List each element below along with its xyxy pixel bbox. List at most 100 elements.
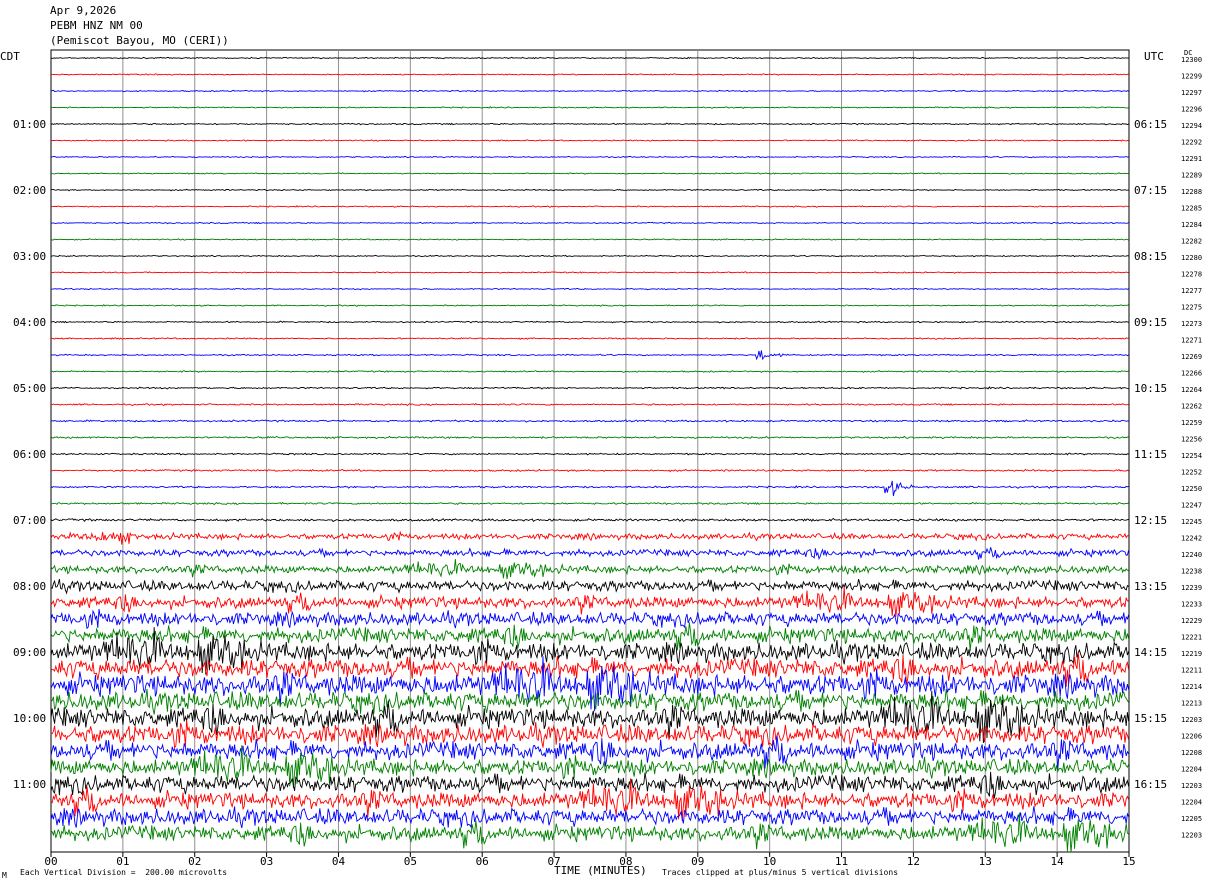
seismic-trace: [50, 530, 1129, 545]
left-time-label: 01:00: [13, 118, 46, 131]
seismic-trace: [50, 501, 1129, 506]
seismic-trace: [50, 155, 1129, 159]
dc-offset-label: 12206: [1181, 733, 1202, 741]
dc-offset-label: 12266: [1181, 370, 1202, 378]
seismic-trace: [50, 350, 1129, 361]
seismic-trace: [50, 172, 1129, 175]
dc-offset-label: 12256: [1181, 436, 1202, 444]
dc-offset-label: 12203: [1181, 782, 1202, 790]
dc-offset-label: 12239: [1181, 584, 1202, 592]
dc-offset-label: 12221: [1181, 634, 1202, 642]
x-tick-label: 09: [691, 855, 704, 868]
dc-offset-label: 12233: [1181, 601, 1202, 609]
x-tick-label: 03: [260, 855, 273, 868]
dc-offset-label: 12247: [1181, 502, 1202, 510]
dc-offset-label: 12250: [1181, 485, 1202, 493]
dc-offset-label: 12259: [1181, 419, 1202, 427]
dc-offset-label: 12204: [1181, 766, 1202, 774]
dc-offset-label: 12300: [1181, 56, 1202, 64]
seismic-trace: [50, 254, 1129, 258]
left-time-label: 09:00: [13, 646, 46, 659]
dc-offset-label: 12282: [1181, 238, 1202, 246]
dc-offset-label: 12297: [1181, 89, 1202, 97]
dc-offset-label: 12299: [1181, 73, 1202, 81]
dc-offset-label: 12262: [1181, 403, 1202, 411]
dc-offset-label: 12296: [1181, 106, 1202, 114]
seismic-trace: [50, 586, 1129, 617]
dc-offset-label: 12252: [1181, 469, 1202, 477]
dc-offset-label: 12229: [1181, 617, 1202, 625]
seismic-trace: [50, 370, 1129, 374]
dc-offset-label: 12204: [1181, 799, 1202, 807]
left-time-label: 06:00: [13, 448, 46, 461]
right-time-label: 13:15: [1134, 580, 1167, 593]
dc-offset-label: 12280: [1181, 254, 1202, 262]
helicorder-plot: 00 01 02 03 04 05 06 07 08 09 10 11 12 13 14 1501:0002:…: [13, 49, 1202, 868]
seismic-trace: [50, 122, 1129, 126]
right-time-label: 10:15: [1134, 382, 1167, 395]
dc-offset-label: 12211: [1181, 667, 1202, 675]
seismic-trace: [51, 287, 1129, 291]
seismic-trace: [50, 89, 1129, 93]
dc-offset-label: 12245: [1181, 518, 1202, 526]
x-tick-label: 05: [404, 855, 417, 868]
dc-offset-label: 12203: [1181, 716, 1202, 724]
seismic-trace: [50, 480, 1129, 497]
x-tick-label: 15: [1122, 855, 1135, 868]
x-tick-label: 11: [835, 855, 848, 868]
dc-offset-label: 12294: [1181, 122, 1202, 130]
corner-mark: M: [2, 871, 7, 880]
x-tick-label: 02: [188, 855, 201, 868]
left-time-label: 05:00: [13, 382, 46, 395]
left-time-label: 11:00: [13, 778, 46, 791]
dc-offset-label: 12214: [1181, 683, 1202, 691]
seismic-trace: [51, 402, 1129, 407]
seismic-trace: [50, 578, 1129, 595]
dc-offset-label: 12219: [1181, 650, 1202, 658]
x-tick-label: 04: [332, 855, 346, 868]
dc-offset-label: 12242: [1181, 535, 1202, 543]
x-tick-label: 12: [907, 855, 920, 868]
dc-offset-label: 12288: [1181, 188, 1202, 196]
seismic-trace: [50, 452, 1129, 456]
left-time-label: 04:00: [13, 316, 46, 329]
dc-offset-label: 12284: [1181, 221, 1202, 229]
seismic-trace: [50, 468, 1129, 473]
dc-offset-label: 12292: [1181, 139, 1202, 147]
seismic-trace: [50, 188, 1129, 192]
left-time-label: 07:00: [13, 514, 46, 527]
seismic-trace: [50, 435, 1129, 440]
dc-offset-label: 12240: [1181, 551, 1202, 559]
seismic-trace: [50, 608, 1130, 630]
seismic-trace: [50, 517, 1129, 523]
dc-offset-label: 12277: [1181, 287, 1202, 295]
x-tick-label: 06: [476, 855, 489, 868]
seismic-trace: [50, 304, 1129, 307]
left-time-label: 10:00: [13, 712, 46, 725]
seismic-trace: [50, 56, 1129, 60]
dc-offset-label: 12273: [1181, 320, 1202, 328]
right-time-label: 06:15: [1134, 118, 1167, 131]
seismic-trace: [50, 419, 1129, 423]
right-time-label: 11:15: [1134, 448, 1167, 461]
dc-offset-label: 12203: [1181, 832, 1202, 840]
x-tick-label: 00: [44, 855, 57, 868]
right-time-label: 12:15: [1134, 514, 1167, 527]
seismic-trace: [50, 238, 1129, 241]
scale-note: Each Vertical Division = 200.00 microvol…: [20, 868, 228, 877]
dc-offset-label: 12264: [1181, 386, 1202, 394]
left-time-label: 03:00: [13, 250, 46, 263]
x-tick-label: 01: [116, 855, 129, 868]
seismic-trace: [50, 735, 1129, 770]
seismic-trace: [50, 386, 1129, 390]
dc-offset-label: 12289: [1181, 172, 1202, 180]
right-time-label: 09:15: [1134, 316, 1167, 329]
dc-offset-label: 12213: [1181, 700, 1202, 708]
dc-offset-label: 12271: [1181, 337, 1202, 345]
right-time-label: 07:15: [1134, 184, 1167, 197]
seismic-trace: [50, 139, 1129, 142]
x-tick-label: 10: [763, 855, 776, 868]
right-time-label: 15:15: [1134, 712, 1167, 725]
seismic-trace: [50, 320, 1129, 324]
seismic-trace: [50, 720, 1130, 749]
